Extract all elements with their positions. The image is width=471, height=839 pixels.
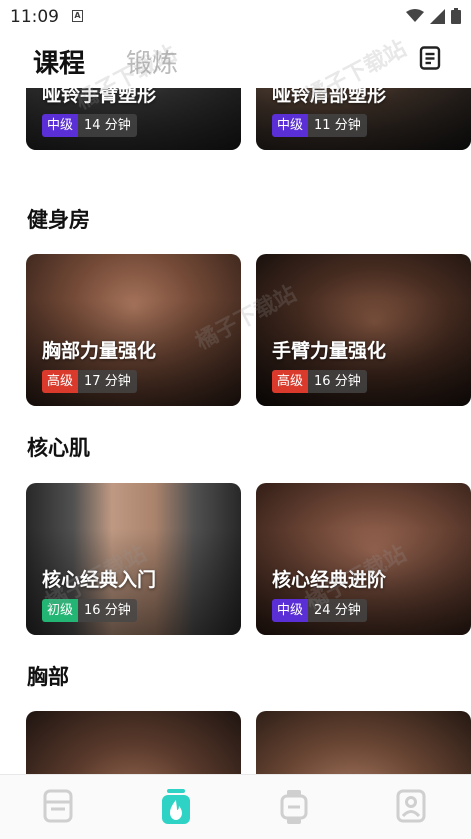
- section-title-chest: 胸部: [27, 665, 69, 689]
- status-time: 11:09: [10, 7, 59, 27]
- card-image: [256, 711, 471, 774]
- nav-calendar[interactable]: [43, 789, 75, 825]
- document-list-icon: [419, 46, 441, 70]
- duration-label: 24 分钟: [308, 599, 367, 622]
- tab-workouts[interactable]: 锻炼: [126, 43, 178, 80]
- level-badge: 中级: [42, 114, 79, 137]
- fire-icon: [162, 789, 190, 824]
- section-title-core: 核心肌: [27, 436, 90, 460]
- course-card[interactable]: [26, 711, 241, 774]
- nav-courses[interactable]: [160, 789, 192, 825]
- card-meta: 高级 17 分钟: [42, 370, 137, 393]
- wifi-icon: [406, 9, 424, 22]
- duration-label: 14 分钟: [78, 114, 137, 137]
- level-badge: 高级: [42, 370, 79, 393]
- duration-label: 16 分钟: [78, 599, 137, 622]
- course-card[interactable]: 哑铃肩部塑形 中级 11 分钟: [256, 88, 471, 150]
- course-card[interactable]: [256, 711, 471, 774]
- level-badge: 初级: [42, 599, 79, 622]
- section-title-gym: 健身房: [27, 208, 90, 232]
- card-title: 核心经典进阶: [272, 569, 387, 591]
- notification-icon: A: [72, 10, 83, 22]
- card-meta: 高级 16 分钟: [272, 370, 367, 393]
- card-title: 哑铃肩部塑形: [272, 88, 387, 106]
- level-badge: 中级: [272, 599, 309, 622]
- status-icons: [406, 8, 461, 24]
- course-card[interactable]: 核心经典入门 初级 16 分钟: [26, 483, 241, 635]
- nav-profile[interactable]: [396, 789, 428, 825]
- card-title: 哑铃手臂塑形: [42, 88, 157, 106]
- course-card[interactable]: 手臂力量强化 高级 16 分钟: [256, 254, 471, 406]
- card-meta: 初级 16 分钟: [42, 599, 137, 622]
- battery-icon: [451, 8, 461, 24]
- level-badge: 高级: [272, 370, 309, 393]
- signal-icon: [430, 8, 445, 24]
- duration-label: 16 分钟: [308, 370, 367, 393]
- card-title: 手臂力量强化: [272, 340, 387, 362]
- level-badge: 中级: [272, 114, 309, 137]
- header: 课程 锻炼: [0, 34, 471, 88]
- tab-courses[interactable]: 课程: [33, 43, 85, 80]
- card-meta: 中级 14 分钟: [42, 114, 137, 137]
- course-card[interactable]: 哑铃手臂塑形 中级 14 分钟: [26, 88, 241, 150]
- card-meta: 中级 24 分钟: [272, 599, 367, 622]
- duration-label: 17 分钟: [78, 370, 137, 393]
- bottom-nav: [0, 774, 471, 839]
- duration-label: 11 分钟: [308, 114, 367, 137]
- course-list[interactable]: 哑铃手臂塑形 中级 14 分钟 哑铃肩部塑形 中级 11 分钟 健身房 胸部力量…: [0, 88, 471, 774]
- nav-watch[interactable]: [279, 789, 311, 825]
- card-title: 胸部力量强化: [42, 340, 157, 362]
- status-bar: 11:09 A: [0, 0, 471, 34]
- course-card[interactable]: 核心经典进阶 中级 24 分钟: [256, 483, 471, 635]
- course-card[interactable]: 胸部力量强化 高级 17 分钟: [26, 254, 241, 406]
- card-image: [26, 711, 241, 774]
- list-button[interactable]: [419, 46, 441, 74]
- watch-icon: [280, 790, 308, 824]
- card-meta: 中级 11 分钟: [272, 114, 367, 137]
- card-title: 核心经典入门: [42, 569, 157, 591]
- calendar-icon: [43, 789, 73, 823]
- profile-icon: [396, 789, 426, 823]
